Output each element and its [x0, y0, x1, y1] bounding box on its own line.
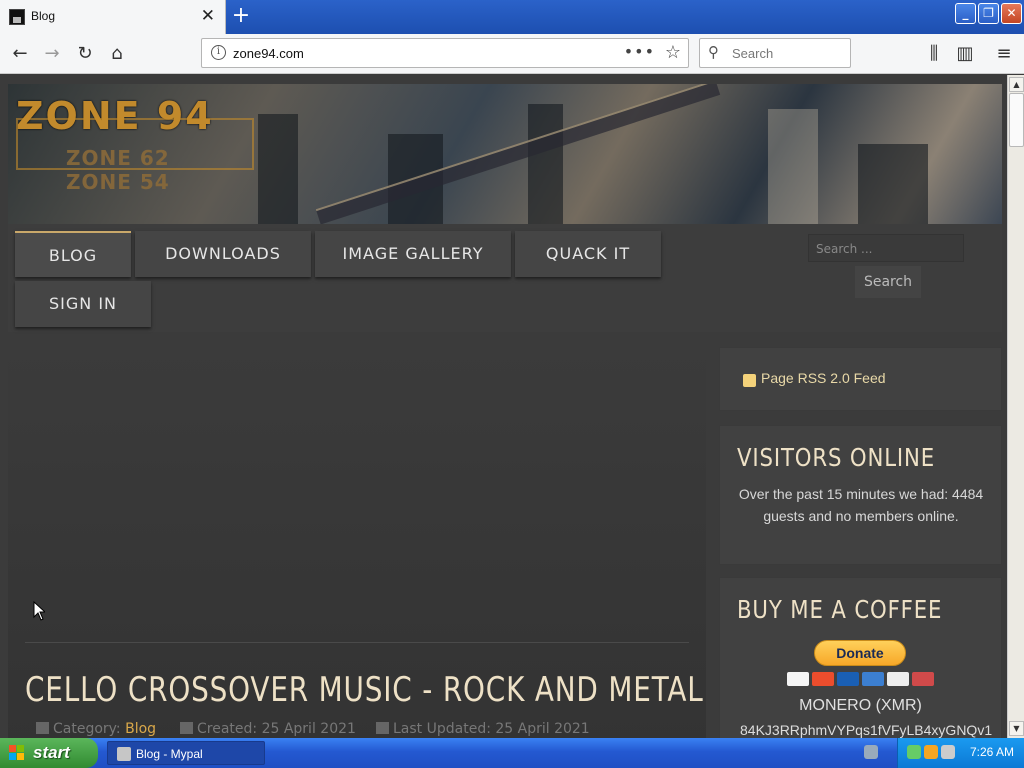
banner-building — [858, 144, 928, 224]
folder-icon — [36, 722, 49, 734]
rss-icon — [743, 374, 756, 387]
security-icon[interactable] — [924, 745, 938, 759]
navigation-toolbar: ← → ↻ ⌂ i zone94.com ••• ☆ ⚲ Search ⫼ ▥ … — [0, 34, 1024, 74]
forward-icon[interactable]: → — [40, 42, 64, 66]
start-button[interactable]: start — [0, 738, 98, 768]
mouse-cursor-icon — [33, 601, 45, 621]
visitors-title: VISITORS ONLINE — [737, 443, 936, 472]
article-title[interactable]: CELLO CROSSOVER MUSIC - ROCK AND METAL — [25, 670, 704, 710]
restore-button[interactable]: ❐ — [978, 3, 999, 24]
banner-train — [315, 84, 721, 224]
calendar-icon — [376, 722, 389, 734]
payment-cards — [787, 672, 934, 686]
tray-hidden-icon[interactable] — [864, 745, 878, 759]
menu-item-quack-it[interactable]: QUACK IT — [515, 231, 661, 277]
site-search-input[interactable]: Search ... — [808, 234, 964, 262]
banner-building — [768, 109, 818, 224]
visitors-module: VISITORS ONLINE Over the past 15 minutes… — [719, 425, 1002, 565]
reload-icon[interactable]: ↻ — [73, 42, 97, 66]
window-controls: _ ❐ ✕ — [955, 3, 1022, 24]
back-icon[interactable]: ← — [8, 42, 32, 66]
minimize-button[interactable]: _ — [955, 3, 976, 24]
coffee-module: BUY ME A COFFEE Donate MONERO (XMR) 84KJ… — [719, 577, 1002, 738]
web-page: ZONE 94 ZONE 62 ZONE 54 BLOG DOWNLOADS I… — [0, 75, 1007, 738]
menu-item-sign-in[interactable]: SIGN IN — [15, 281, 151, 327]
url-bar[interactable]: i zone94.com ••• ☆ — [201, 38, 689, 68]
close-window-button[interactable]: ✕ — [1001, 3, 1022, 24]
scroll-up-icon[interactable]: ▲ — [1009, 77, 1024, 92]
site-search-button[interactable]: Search — [855, 266, 921, 298]
page-scrollbar[interactable]: ▲ ▼ — [1007, 75, 1024, 738]
other-card-icon — [912, 672, 934, 686]
network-icon[interactable] — [907, 745, 921, 759]
taskbar-window-item[interactable]: Blog - Mypal — [107, 741, 265, 765]
search-icon: ⚲ — [708, 43, 719, 61]
browser-app-icon — [117, 747, 131, 761]
site-favicon-icon — [9, 9, 25, 25]
browser-search-input[interactable]: ⚲ Search — [699, 38, 851, 68]
maestro-icon — [837, 672, 859, 686]
clock[interactable]: 7:26 AM — [970, 745, 1014, 759]
donate-button[interactable]: Donate — [814, 640, 906, 666]
article-updated: Last Updated: 25 April 2021 — [376, 721, 590, 737]
visitors-text: Over the past 15 minutes we had: 4484 gu… — [738, 486, 984, 524]
coffee-title: BUY ME A COFFEE — [737, 595, 943, 624]
updated-date: Last Updated: 25 April 2021 — [393, 721, 590, 737]
url-text[interactable]: zone94.com — [233, 46, 304, 61]
logo-sub1: ZONE 62 — [66, 146, 170, 170]
logo-sub-text: ZONE 62 ZONE 54 — [66, 146, 170, 194]
mastercard-icon — [812, 672, 834, 686]
system-tray: 7:26 AM — [897, 738, 1024, 768]
bookmark-star-icon[interactable]: ☆ — [665, 42, 681, 63]
sidebar-icon[interactable]: ▥ — [953, 42, 977, 66]
monero-label: MONERO (XMR) — [799, 697, 922, 714]
menu-item-blog[interactable]: BLOG — [15, 231, 131, 277]
windows-taskbar: start Blog - Mypal 7:26 AM — [0, 738, 1024, 768]
search-placeholder: Search — [732, 46, 774, 61]
rss-module: Page RSS 2.0 Feed — [719, 347, 1002, 411]
main-menu: BLOG DOWNLOADS IMAGE GALLERY QUACK IT SI… — [8, 224, 1002, 332]
scroll-thumb[interactable] — [1009, 93, 1024, 147]
menu-item-downloads[interactable]: DOWNLOADS — [135, 231, 311, 277]
discover-icon — [887, 672, 909, 686]
site-banner: ZONE 94 ZONE 62 ZONE 54 — [8, 84, 1002, 224]
monero-address: 84KJ3RRphmVYPqs1fVFyLB4xyGNQv1 — [740, 722, 993, 738]
taskbar-window-label: Blog - Mypal — [136, 747, 203, 761]
created-date: Created: 25 April 2021 — [197, 721, 356, 737]
banner-building — [258, 114, 298, 224]
category-label: Category: — [53, 721, 121, 737]
start-label: start — [33, 743, 70, 762]
home-icon[interactable]: ⌂ — [105, 42, 129, 66]
calendar-icon — [180, 722, 193, 734]
menu-item-image-gallery[interactable]: IMAGE GALLERY — [315, 231, 511, 277]
tab-title: Blog — [31, 9, 56, 23]
site-logo[interactable]: ZONE 94 ZONE 62 ZONE 54 — [16, 94, 254, 194]
article-area: CELLO CROSSOVER MUSIC - ROCK AND METAL C… — [8, 347, 706, 738]
windows-flag-icon — [9, 745, 25, 761]
banner-building — [528, 104, 563, 224]
library-icon[interactable]: ⫼ — [922, 42, 946, 66]
browser-tab[interactable]: Blog ✕ — [0, 0, 226, 34]
visa-icon — [787, 672, 809, 686]
divider — [25, 642, 689, 643]
new-tab-button[interactable]: + — [230, 3, 252, 29]
amex-icon — [862, 672, 884, 686]
logo-sub2: ZONE 54 — [66, 170, 170, 194]
article-category: Category: Blog — [36, 721, 156, 737]
hamburger-menu-icon[interactable]: ≡ — [992, 42, 1016, 66]
scroll-down-icon[interactable]: ▼ — [1009, 721, 1024, 736]
page-actions-icon[interactable]: ••• — [624, 42, 655, 61]
tab-strip: Blog ✕ + _ ❐ ✕ — [0, 0, 1024, 34]
article-created: Created: 25 April 2021 — [180, 721, 356, 737]
category-link[interactable]: Blog — [125, 721, 156, 737]
rss-feed-link[interactable]: Page RSS 2.0 Feed — [761, 370, 886, 386]
close-tab-icon[interactable]: ✕ — [201, 6, 215, 26]
volume-icon[interactable] — [941, 745, 955, 759]
info-icon[interactable]: i — [211, 45, 226, 60]
